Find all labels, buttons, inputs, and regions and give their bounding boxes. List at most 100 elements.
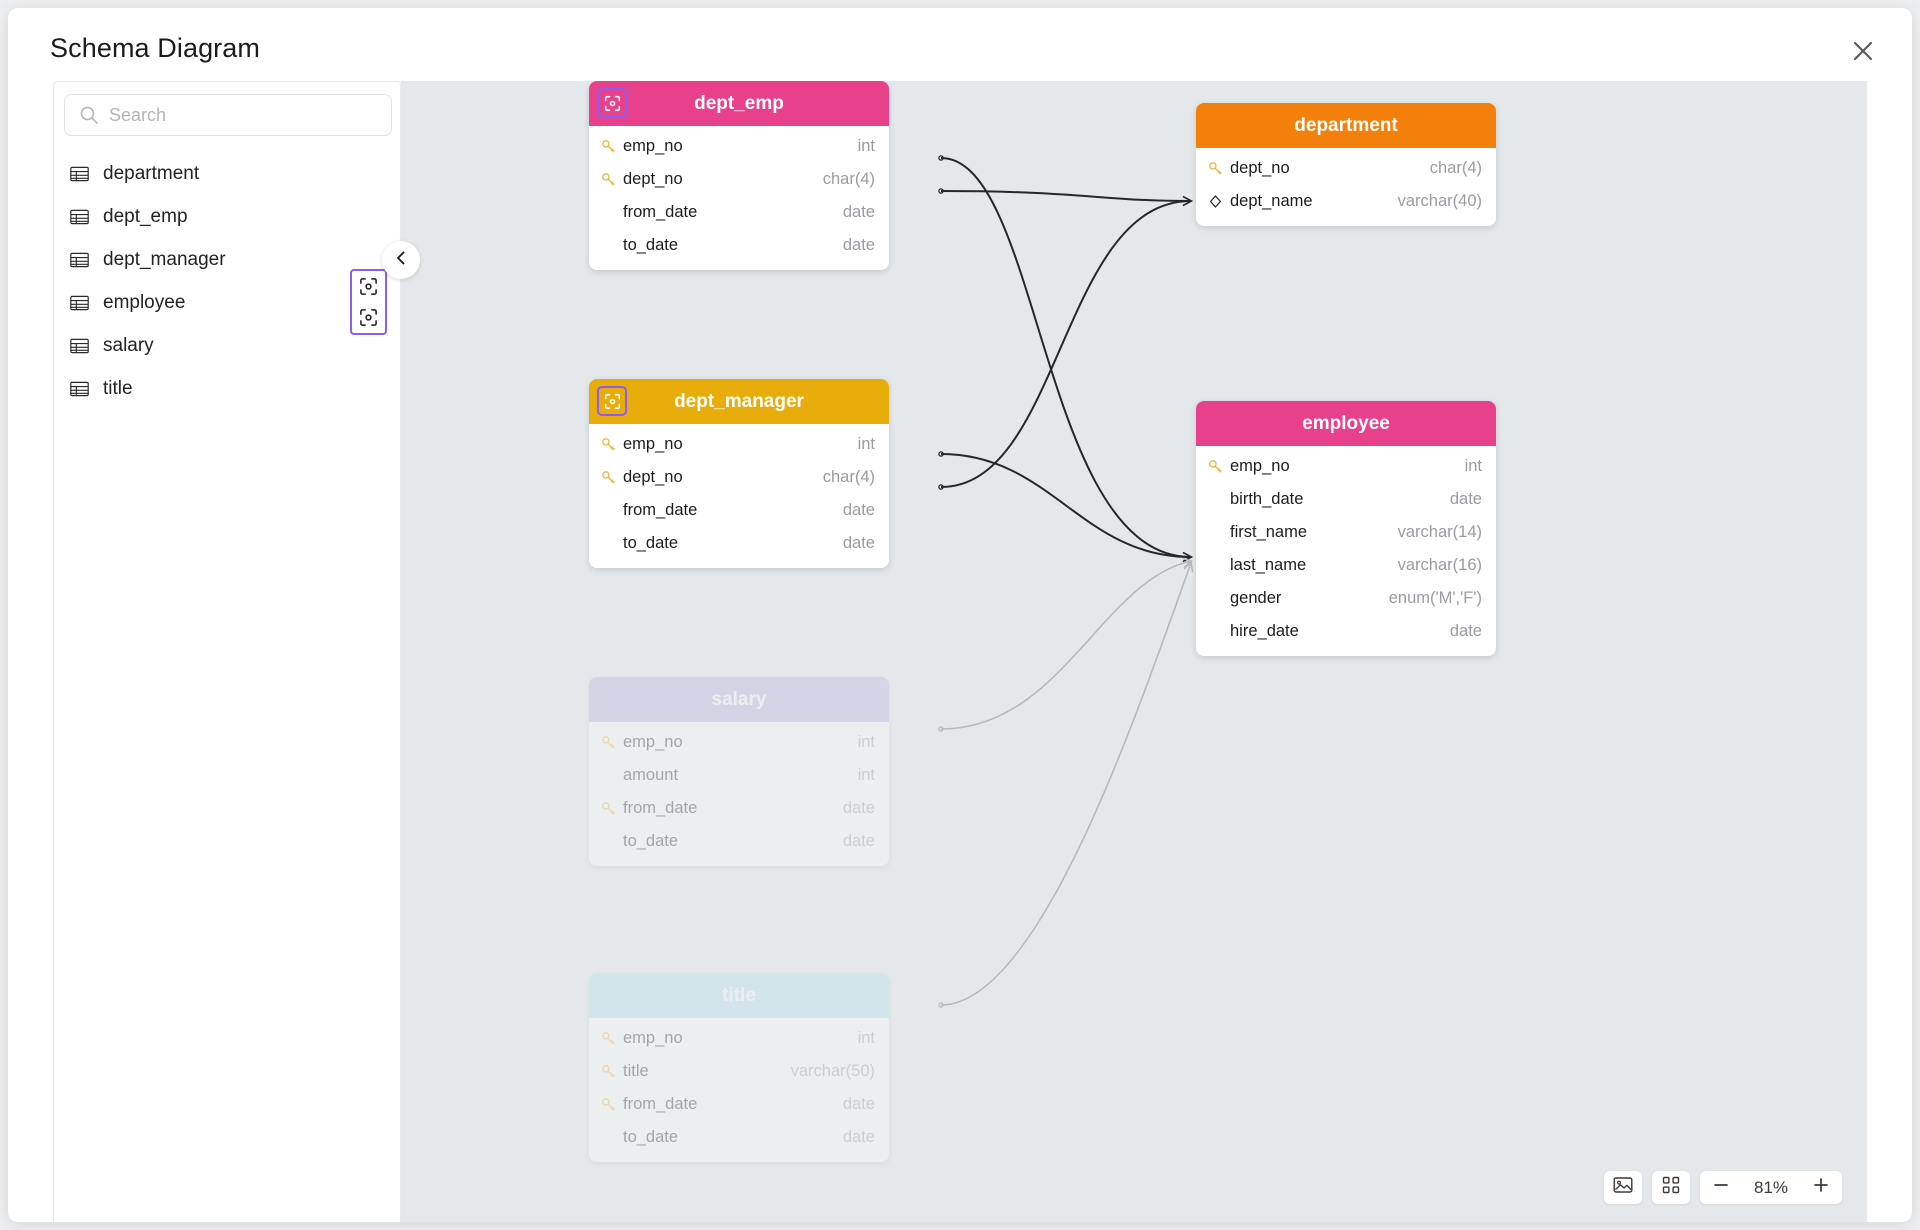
page-title: Schema Diagram <box>50 33 260 64</box>
column-type: int <box>858 733 875 752</box>
entity-employee[interactable]: employee emp_no int birth_date date <box>1196 401 1496 656</box>
entity-columns: emp_no int birth_date date first_name va… <box>1196 446 1496 656</box>
sidebar-item-department[interactable]: department <box>54 152 400 195</box>
column-row[interactable]: first_name varchar(14) <box>1196 516 1496 549</box>
column-type: varchar(40) <box>1398 192 1482 211</box>
column-row[interactable]: from_date date <box>589 494 889 527</box>
entity-header[interactable]: title <box>589 973 889 1018</box>
sidebar-item-salary[interactable]: salary <box>54 324 400 367</box>
column-name: first_name <box>1230 523 1398 542</box>
table-icon <box>70 338 92 354</box>
entity-department[interactable]: department dept_no char(4) dept <box>1196 103 1496 226</box>
column-row[interactable]: to_date date <box>589 1121 889 1154</box>
entity-header[interactable]: dept_emp <box>589 81 889 126</box>
column-row[interactable]: amount int <box>589 759 889 792</box>
sidebar-item-dept_manager[interactable]: dept_manager <box>54 238 400 281</box>
column-row[interactable]: from_date date <box>589 196 889 229</box>
column-type: varchar(16) <box>1398 556 1482 575</box>
export-image-button[interactable] <box>1604 1171 1642 1204</box>
column-type: date <box>843 832 875 851</box>
column-row[interactable]: last_name varchar(16) <box>1196 549 1496 582</box>
column-row[interactable]: to_date date <box>589 825 889 858</box>
zoom-level[interactable]: 81% <box>1742 1178 1800 1198</box>
column-row[interactable]: title varchar(50) <box>589 1055 889 1088</box>
layout-grid-button[interactable] <box>1652 1171 1690 1204</box>
modal-body: department dept_emp dept_manager <box>8 81 1912 1222</box>
column-row[interactable]: dept_no char(4) <box>589 461 889 494</box>
unique-key-icon <box>1208 194 1230 209</box>
grid-icon <box>1662 1176 1680 1199</box>
column-type: date <box>843 203 875 222</box>
sidebar-item-employee[interactable]: employee <box>54 281 400 324</box>
column-type: date <box>843 236 875 255</box>
zoom-out-button[interactable] <box>1700 1171 1742 1204</box>
zoom-control-group: 81% <box>1700 1171 1842 1204</box>
column-name: dept_no <box>1230 159 1430 178</box>
column-row[interactable]: to_date date <box>589 229 889 262</box>
column-row[interactable]: to_date date <box>589 527 889 560</box>
column-type: int <box>858 435 875 454</box>
entity-columns: emp_no int dept_no char(4) from_date dat… <box>589 424 889 568</box>
close-icon[interactable] <box>1848 36 1878 66</box>
column-name: from_date <box>623 203 843 222</box>
column-type: int <box>858 766 875 785</box>
column-name: hire_date <box>1230 622 1450 641</box>
sidebar-item-title[interactable]: title <box>54 367 400 410</box>
column-row[interactable]: emp_no int <box>589 428 889 461</box>
search-box[interactable] <box>64 94 392 136</box>
column-type: date <box>843 501 875 520</box>
entity-salary[interactable]: salary emp_no int amount int <box>589 677 889 866</box>
column-name: last_name <box>1230 556 1398 575</box>
column-name: gender <box>1230 589 1389 608</box>
column-row[interactable]: emp_no int <box>1196 450 1496 483</box>
entity-dept_manager[interactable]: dept_manager emp_no int dept_no <box>589 379 889 568</box>
column-type: date <box>843 534 875 553</box>
column-row[interactable]: emp_no int <box>589 726 889 759</box>
column-row[interactable]: dept_name varchar(40) <box>1196 185 1496 218</box>
column-name: dept_no <box>623 468 823 487</box>
column-row[interactable]: birth_date date <box>1196 483 1496 516</box>
entity-header[interactable]: salary <box>589 677 889 722</box>
search-input[interactable] <box>109 105 391 126</box>
sidebar-item-label: dept_manager <box>103 249 226 271</box>
column-name: to_date <box>623 1128 843 1147</box>
column-name: to_date <box>623 534 843 553</box>
entity-header[interactable]: department <box>1196 103 1496 148</box>
entity-columns: dept_no char(4) dept_name varchar(40) <box>1196 148 1496 226</box>
column-name: dept_no <box>623 170 823 189</box>
column-type: char(4) <box>823 468 875 487</box>
search-icon <box>79 105 99 125</box>
sidebar-item-dept_emp[interactable]: dept_emp <box>54 195 400 238</box>
focus-scan-icon[interactable] <box>597 88 627 118</box>
entity-dept_emp[interactable]: dept_emp emp_no int dept_no <box>589 81 889 270</box>
entity-name: department <box>1294 115 1397 137</box>
primary-key-icon <box>1208 459 1230 474</box>
column-row[interactable]: emp_no int <box>589 130 889 163</box>
sidebar-item-label: salary <box>103 335 154 357</box>
focus-scan-icon[interactable] <box>597 386 627 416</box>
column-type: int <box>1465 457 1482 476</box>
entity-header[interactable]: dept_manager <box>589 379 889 424</box>
entity-name: dept_emp <box>694 93 784 115</box>
entity-columns: emp_no int dept_no char(4) from_date dat… <box>589 126 889 270</box>
column-row[interactable]: emp_no int <box>589 1022 889 1055</box>
entity-header[interactable]: employee <box>1196 401 1496 446</box>
column-row[interactable]: from_date date <box>589 792 889 825</box>
focus-scan-icon[interactable] <box>359 308 378 327</box>
column-row[interactable]: hire_date date <box>1196 615 1496 648</box>
column-row[interactable]: from_date date <box>589 1088 889 1121</box>
focus-scan-icon[interactable] <box>359 277 378 296</box>
column-type: date <box>843 799 875 818</box>
sidebar-collapse-button[interactable] <box>382 241 420 279</box>
column-type: date <box>1450 490 1482 509</box>
entity-title[interactable]: title emp_no int title <box>589 973 889 1162</box>
column-row[interactable]: dept_no char(4) <box>1196 152 1496 185</box>
column-name: emp_no <box>623 137 858 156</box>
zoom-in-button[interactable] <box>1800 1171 1842 1204</box>
column-row[interactable]: dept_no char(4) <box>589 163 889 196</box>
diagram-canvas[interactable]: dept_emp emp_no int dept_no <box>401 81 1867 1222</box>
modal-header: Schema Diagram <box>8 8 1912 81</box>
table-list: department dept_emp dept_manager <box>54 152 400 410</box>
column-row[interactable]: gender enum('M','F') <box>1196 582 1496 615</box>
column-type: date <box>843 1128 875 1147</box>
